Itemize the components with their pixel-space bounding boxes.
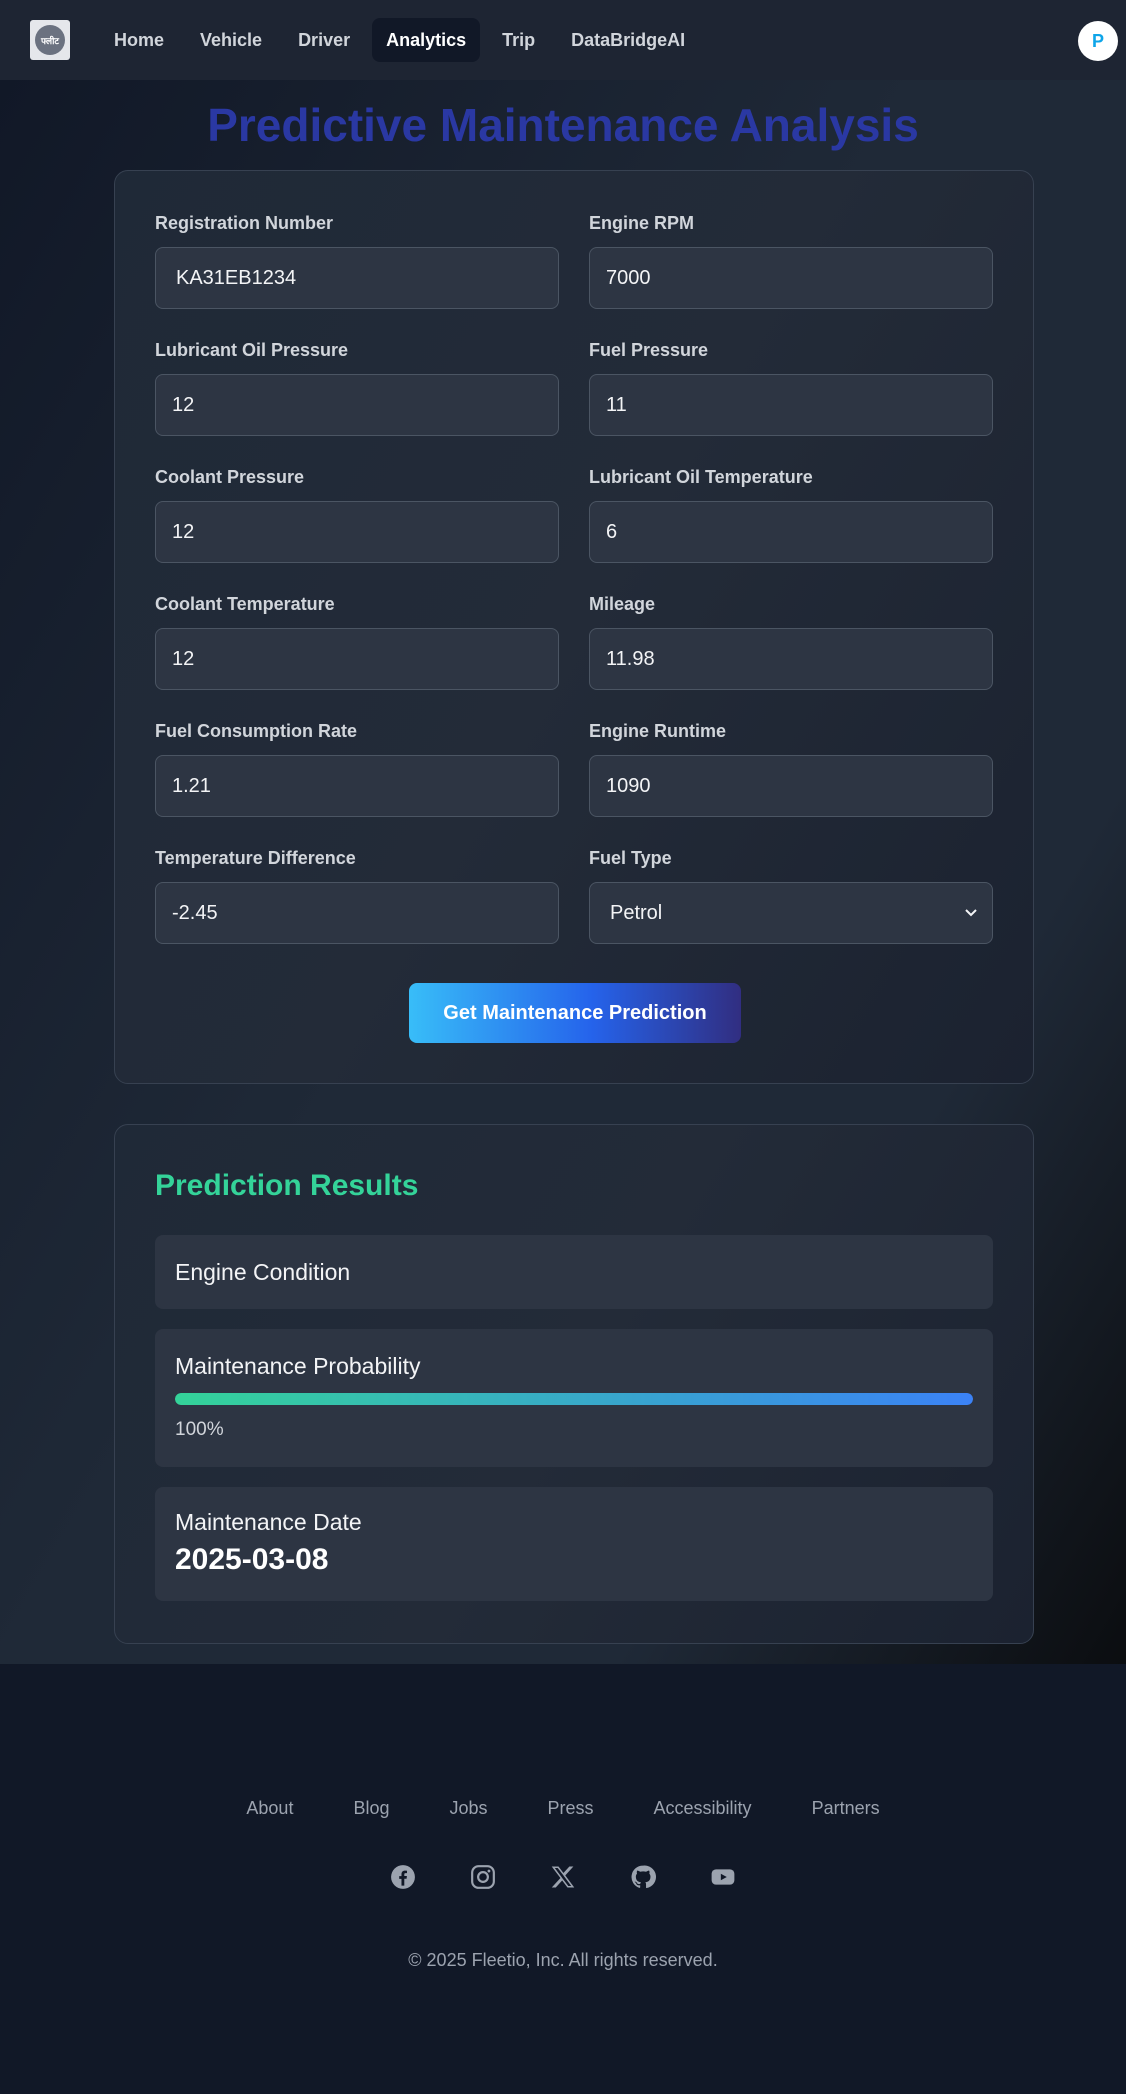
footer: About Blog Jobs Press Accessibility Part…	[0, 1664, 1126, 2094]
results-title: Prediction Results	[155, 1169, 418, 1203]
lubricant-oil-pressure-label: Lubricant Oil Pressure	[155, 340, 348, 361]
engine-condition-label: Engine Condition	[175, 1259, 350, 1286]
fuel-type-label: Fuel Type	[589, 848, 672, 869]
get-prediction-button[interactable]: Get Maintenance Prediction	[409, 983, 741, 1043]
user-avatar[interactable]: P	[1078, 21, 1118, 61]
lubricant-oil-temperature-label: Lubricant Oil Temperature	[589, 467, 813, 488]
facebook-icon[interactable]	[390, 1864, 416, 1890]
maintenance-date-label: Maintenance Date	[175, 1509, 362, 1536]
nav-link-trip[interactable]: Trip	[488, 18, 549, 62]
engine-rpm-input[interactable]: 7000	[589, 247, 993, 309]
nav-link-databridgeai[interactable]: DataBridgeAI	[557, 18, 699, 62]
registration-number-input[interactable]: KA31EB1234	[155, 247, 559, 309]
maintenance-date-box: Maintenance Date 2025-03-08	[155, 1487, 993, 1601]
lubricant-oil-pressure-input[interactable]: 12	[155, 374, 559, 436]
coolant-pressure-label: Coolant Pressure	[155, 467, 304, 488]
fuel-pressure-input[interactable]: 11	[589, 374, 993, 436]
nav-link-vehicle[interactable]: Vehicle	[186, 18, 276, 62]
prediction-results-card: Prediction Results Engine Condition Main…	[114, 1124, 1034, 1644]
maintenance-form: Registration Number KA31EB1234 Engine RP…	[114, 170, 1034, 1084]
github-icon[interactable]	[630, 1864, 656, 1890]
nav-link-driver[interactable]: Driver	[284, 18, 364, 62]
youtube-icon[interactable]	[710, 1864, 736, 1890]
footer-links: About Blog Jobs Press Accessibility Part…	[0, 1798, 1126, 1819]
fuel-pressure-label: Fuel Pressure	[589, 340, 708, 361]
lubricant-oil-temperature-input[interactable]: 6	[589, 501, 993, 563]
footer-link-partners[interactable]: Partners	[812, 1798, 880, 1819]
registration-number-label: Registration Number	[155, 213, 333, 234]
maintenance-date-value: 2025-03-08	[175, 1543, 328, 1577]
engine-runtime-input[interactable]: 1090	[589, 755, 993, 817]
logo-emblem: फ्लीट	[35, 25, 65, 55]
nav-link-analytics[interactable]: Analytics	[372, 18, 480, 62]
coolant-temperature-input[interactable]: 12	[155, 628, 559, 690]
copyright: © 2025 Fleetio, Inc. All rights reserved…	[0, 1950, 1126, 1971]
x-icon[interactable]	[550, 1864, 576, 1890]
footer-link-about[interactable]: About	[246, 1798, 293, 1819]
coolant-pressure-input[interactable]: 12	[155, 501, 559, 563]
probability-progress-fill	[175, 1393, 973, 1405]
footer-link-blog[interactable]: Blog	[353, 1798, 389, 1819]
mileage-input[interactable]: 11.98	[589, 628, 993, 690]
mileage-label: Mileage	[589, 594, 655, 615]
temperature-difference-label: Temperature Difference	[155, 848, 356, 869]
maintenance-probability-label: Maintenance Probability	[175, 1353, 420, 1380]
footer-link-accessibility[interactable]: Accessibility	[654, 1798, 752, 1819]
fuel-consumption-rate-label: Fuel Consumption Rate	[155, 721, 357, 742]
fuel-consumption-rate-input[interactable]: 1.21	[155, 755, 559, 817]
engine-condition-box: Engine Condition	[155, 1235, 993, 1309]
footer-link-press[interactable]: Press	[548, 1798, 594, 1819]
footer-link-jobs[interactable]: Jobs	[449, 1798, 487, 1819]
probability-progress-bar	[175, 1393, 973, 1405]
coolant-temperature-label: Coolant Temperature	[155, 594, 335, 615]
logo[interactable]: फ्लीट	[30, 20, 70, 60]
temperature-difference-input[interactable]: -2.45	[155, 882, 559, 944]
navbar: फ्लीट Home Vehicle Driver Analytics Trip…	[0, 0, 1126, 80]
nav-links: Home Vehicle Driver Analytics Trip DataB…	[100, 18, 699, 62]
social-links	[0, 1864, 1126, 1890]
fuel-type-select[interactable]: Petrol	[589, 882, 993, 944]
chevron-down-icon	[964, 905, 978, 921]
instagram-icon[interactable]	[470, 1864, 496, 1890]
engine-rpm-label: Engine RPM	[589, 213, 694, 234]
nav-link-home[interactable]: Home	[100, 18, 178, 62]
engine-runtime-label: Engine Runtime	[589, 721, 726, 742]
fuel-type-selected-value: Petrol	[610, 902, 662, 925]
maintenance-probability-value: 100%	[175, 1419, 224, 1441]
maintenance-probability-box: Maintenance Probability 100%	[155, 1329, 993, 1467]
page-title: Predictive Maintenance Analysis	[0, 98, 1126, 152]
